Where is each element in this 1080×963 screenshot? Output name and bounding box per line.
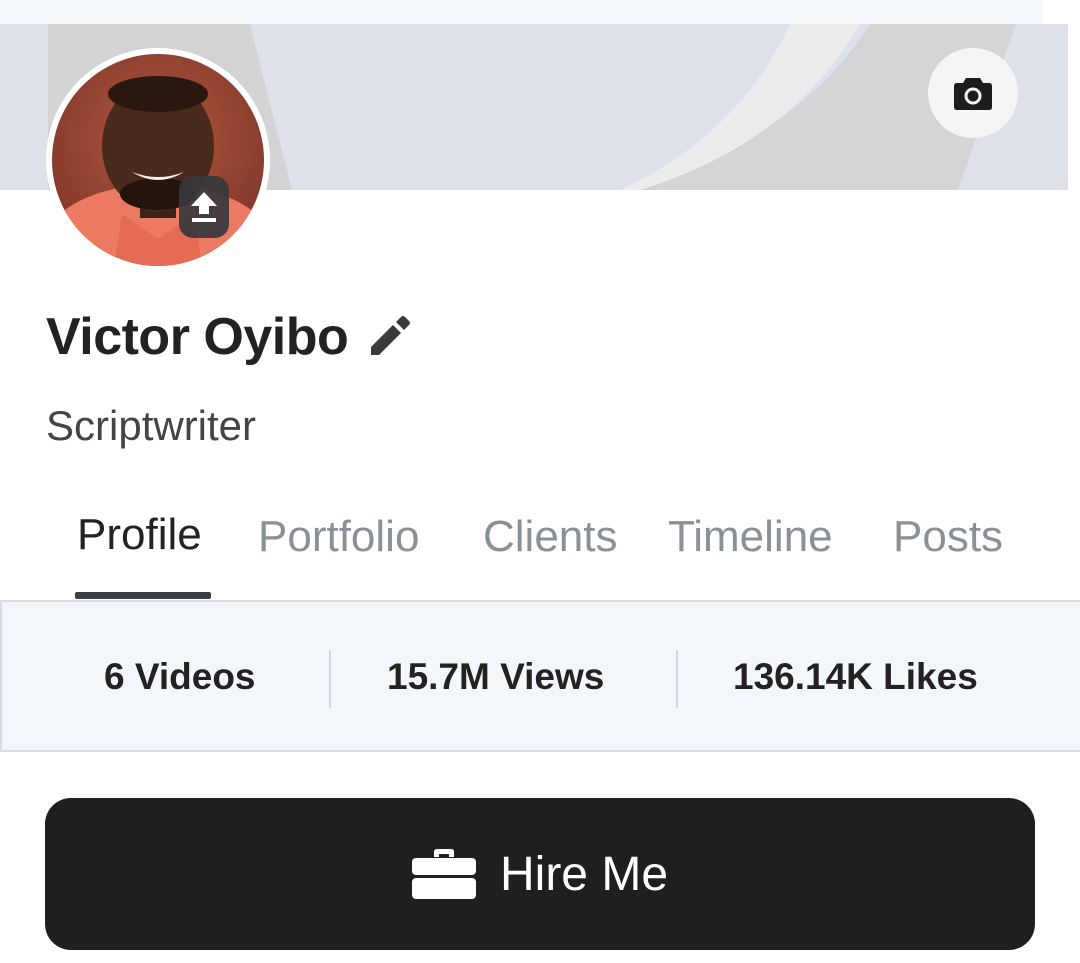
tab-posts[interactable]: Posts <box>893 512 1003 562</box>
hire-me-label: Hire Me <box>499 847 669 901</box>
profile-name: Victor Oyibo <box>46 308 349 366</box>
profile-tabs: Profile Portfolio Clients Timeline Posts <box>0 500 1080 600</box>
tab-profile[interactable]: Profile <box>77 510 202 560</box>
tab-clients[interactable]: Clients <box>483 512 618 562</box>
tab-timeline[interactable]: Timeline <box>668 512 833 562</box>
edit-name-button[interactable] <box>366 314 412 360</box>
tab-portfolio[interactable]: Portfolio <box>258 512 419 562</box>
avatar[interactable] <box>46 48 270 272</box>
name-row: Victor Oyibo <box>46 302 412 372</box>
hire-me-button[interactable]: Hire Me <box>45 798 1035 950</box>
pencil-icon <box>371 316 411 355</box>
avatar-photo <box>52 54 264 266</box>
briefcase-icon <box>411 849 476 899</box>
top-strip <box>0 0 1042 24</box>
upload-avatar-button[interactable] <box>179 176 229 238</box>
stat-videos: 6 Videos <box>104 656 256 697</box>
stat-likes: 136.14K Likes <box>733 656 978 697</box>
active-tab-indicator <box>75 592 211 599</box>
camera-icon <box>954 78 992 110</box>
profile-role: Scriptwriter <box>46 402 257 449</box>
stats-bar: 6 Videos 15.7M Views 136.14K Likes <box>0 600 1080 752</box>
stat-divider <box>676 650 678 708</box>
stat-divider <box>329 650 331 708</box>
stat-views: 15.7M Views <box>387 656 605 697</box>
upload-icon <box>191 192 217 222</box>
change-cover-button[interactable] <box>928 48 1018 138</box>
